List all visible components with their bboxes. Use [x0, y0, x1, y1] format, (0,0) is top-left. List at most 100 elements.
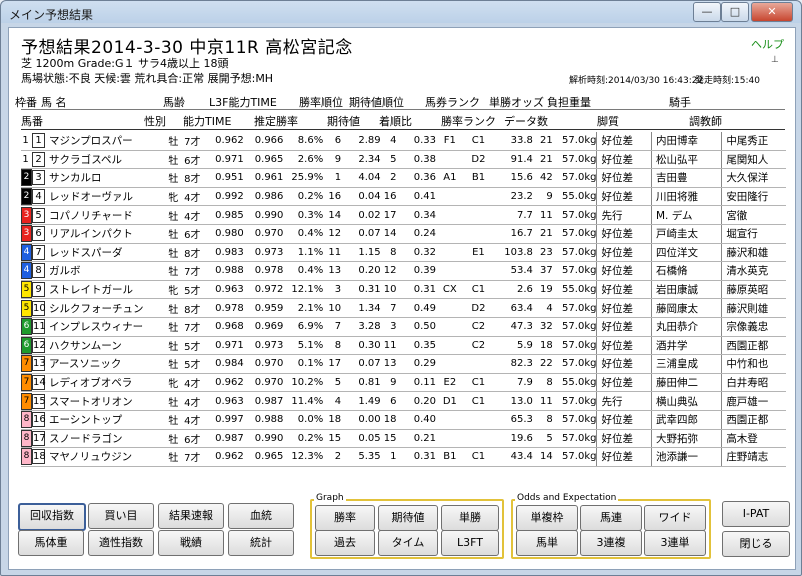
table-row[interactable]: 559ストレイトガール牝5才0.9630.97212.1%30.31100.31…	[21, 280, 786, 300]
jockey: 石橋脩	[650, 261, 722, 281]
win-rate-class	[463, 429, 494, 449]
odds-quinella-button[interactable]: 馬連	[580, 505, 642, 531]
bloodline-button[interactable]: 血統	[228, 503, 294, 529]
ticket-rank	[436, 205, 464, 225]
graph-win-rate-button[interactable]: 勝率	[315, 505, 375, 531]
frame-color-box: 5	[21, 299, 32, 317]
expected-value-rank: 14	[380, 224, 397, 244]
table-row[interactable]: 336リアルインパクト牡6才0.9800.9700.4%120.07140.24…	[21, 224, 786, 244]
frame-number: 1	[22, 135, 29, 147]
expected-value-rank: 8	[380, 243, 397, 263]
table-row[interactable]: 223サンカルロ牡8才0.9510.96125.9%14.0420.36A1B1…	[21, 168, 786, 188]
table-row[interactable]: 6612ハクサンムーン牡5才0.9710.9735.1%80.30110.35 C…	[21, 336, 786, 356]
frame-color-box: 3	[21, 206, 32, 224]
horse-number-cell: 10	[32, 298, 46, 318]
weight: 55.0kg	[552, 280, 597, 300]
table-row[interactable]: 7714レディオブオペラ牝4才0.9620.97010.2%50.8190.11…	[21, 373, 786, 393]
help-link[interactable]: ヘルプ	[751, 36, 784, 52]
jockey: 藤田伸二	[650, 373, 722, 393]
horse-number-cell: 17	[32, 429, 46, 449]
win-odds: 63.4	[493, 298, 533, 318]
ability-time: 0.962	[209, 373, 244, 393]
maximize-button[interactable]: □	[721, 2, 749, 22]
recovery-index-button[interactable]: 回収指数	[18, 503, 86, 531]
age: 7才	[184, 132, 210, 151]
graph-expected-value-button[interactable]: 期待値	[378, 505, 438, 531]
table-row[interactable]: 8816エーシントップ牡4才0.9970.9880.0%180.00180.40…	[21, 410, 786, 430]
age: 6才	[184, 224, 210, 244]
table-row[interactable]: 1 2 サクラゴスペル牡 6才 0.971 0.965 2.6% 9 2.34 5 0.38 D2 91…	[21, 150, 786, 170]
win-odds: 16.7	[493, 224, 533, 244]
close-button[interactable]: 閉じる	[722, 531, 790, 557]
win-odds: 5.9	[493, 336, 533, 356]
graph-group-label: Graph	[314, 493, 346, 503]
estimated-win-rate: 0.0%	[283, 410, 324, 430]
body-weight-button[interactable]: 馬体重	[18, 530, 84, 556]
sex: 牡	[168, 261, 185, 281]
table-row[interactable]: 8818マヤノリュウジン牡7才0.9620.96512.3%25.3510.31…	[21, 447, 786, 467]
column-header: 枠番	[15, 96, 37, 109]
horse-name: ガルボ	[45, 261, 169, 281]
table-row[interactable]: 8817スノードラゴン牡6才0.9870.9900.2%150.05150.21…	[21, 429, 786, 449]
finish-ratio: 0.36	[396, 168, 437, 188]
odds-trio-button[interactable]: 3連複	[580, 530, 642, 556]
expected-value: 0.05	[341, 429, 381, 449]
graph-win-button[interactable]: 単勝	[441, 505, 499, 531]
trainer: 尾関知人	[721, 150, 786, 170]
bets-button[interactable]: 買い目	[88, 503, 154, 529]
frame-cell: 55	[21, 298, 32, 318]
horse-name: レディオブオペラ	[45, 373, 169, 393]
win-rate-rank: 2	[323, 447, 342, 467]
sex: 牡	[168, 150, 185, 170]
win-rate-class: C1	[463, 391, 494, 411]
finish-ratio: 0.35	[396, 336, 437, 356]
ability-time: 0.951	[209, 168, 244, 188]
horse-name: コパノリチャード	[45, 205, 169, 225]
expected-value: 0.07	[341, 224, 381, 244]
horse-number: 5	[32, 207, 45, 223]
results-flash-button[interactable]: 結果速報	[158, 503, 224, 529]
odds-exacta-button[interactable]: 馬単	[516, 530, 578, 556]
expected-value: 0.20	[341, 261, 381, 281]
race-record-button[interactable]: 戦績	[158, 530, 224, 556]
l3f-time: 0.959	[243, 298, 284, 318]
odds-trifecta-button[interactable]: 3連単	[644, 530, 706, 556]
estimated-win-rate: 0.2%	[283, 429, 324, 449]
win-rate-class: C2	[463, 336, 494, 356]
minimize-button[interactable]: —	[693, 2, 721, 22]
table-row[interactable]: 7713アースソニック牡5才0.9840.9700.1%170.07130.29…	[21, 354, 786, 374]
pin-icon[interactable]: ⊥	[771, 55, 779, 65]
table-row[interactable]: 5510シルクフォーチュン牡8才0.9780.9592.1%101.3470.4…	[21, 298, 786, 318]
ability-time: 0.983	[209, 243, 244, 263]
trainer: 高木登	[721, 429, 786, 449]
finish-ratio: 0.33	[396, 132, 437, 151]
table-row[interactable]: 1 1 マジンプロスパー牡 7才 0.962 0.966 8.6% 6 2.89 4 0.33 F1 C…	[21, 132, 786, 151]
statistics-button[interactable]: 統計	[228, 530, 294, 556]
column-header: 勝率順位	[299, 96, 343, 109]
data-count: 8	[532, 410, 553, 430]
frame-color-box: 4	[21, 243, 32, 261]
column-header: 性別	[144, 115, 166, 128]
graph-time-button[interactable]: タイム	[378, 530, 438, 556]
close-icon[interactable]: ✕	[751, 2, 793, 22]
table-row[interactable]: 447レッドスパーダ牡8才0.9830.9731.1%111.1580.32 E1…	[21, 243, 786, 263]
ability-time: 0.988	[209, 261, 244, 281]
odds-wide-button[interactable]: ワイド	[644, 505, 706, 531]
ipat-button[interactable]: I-PAT	[722, 501, 790, 527]
table-row[interactable]: 7715スマートオリオン牡4才0.9630.98711.4%41.4960.20…	[21, 391, 786, 411]
estimated-win-rate: 0.4%	[283, 261, 324, 281]
win-rate-class	[463, 224, 494, 244]
aptitude-index-button[interactable]: 適性指数	[88, 530, 154, 556]
frame-number-inner: 2	[23, 172, 30, 183]
frame-number-inner: 3	[23, 228, 30, 239]
horse-name: ハクサンムーン	[45, 336, 169, 356]
graph-past-button[interactable]: 過去	[315, 530, 375, 556]
graph-l3ft-button[interactable]: L3FT	[441, 530, 499, 556]
frame-number-inner: 7	[23, 358, 30, 369]
odds-win-place-frame-button[interactable]: 単複枠	[516, 505, 578, 531]
table-row[interactable]: 335コパノリチャード牡4才0.9850.9900.3%140.02170.34…	[21, 205, 786, 225]
table-row[interactable]: 448ガルボ牡7才0.9880.9780.4%130.20120.39 53.43…	[21, 261, 786, 281]
trainer: 鹿戸雄一	[721, 391, 786, 411]
table-row[interactable]: 224レッドオーヴァル牝4才0.9920.9860.2%160.04160.41…	[21, 187, 786, 207]
table-row[interactable]: 6611インプレスウィナー牡7才0.9680.9696.9%73.2830.50…	[21, 317, 786, 337]
